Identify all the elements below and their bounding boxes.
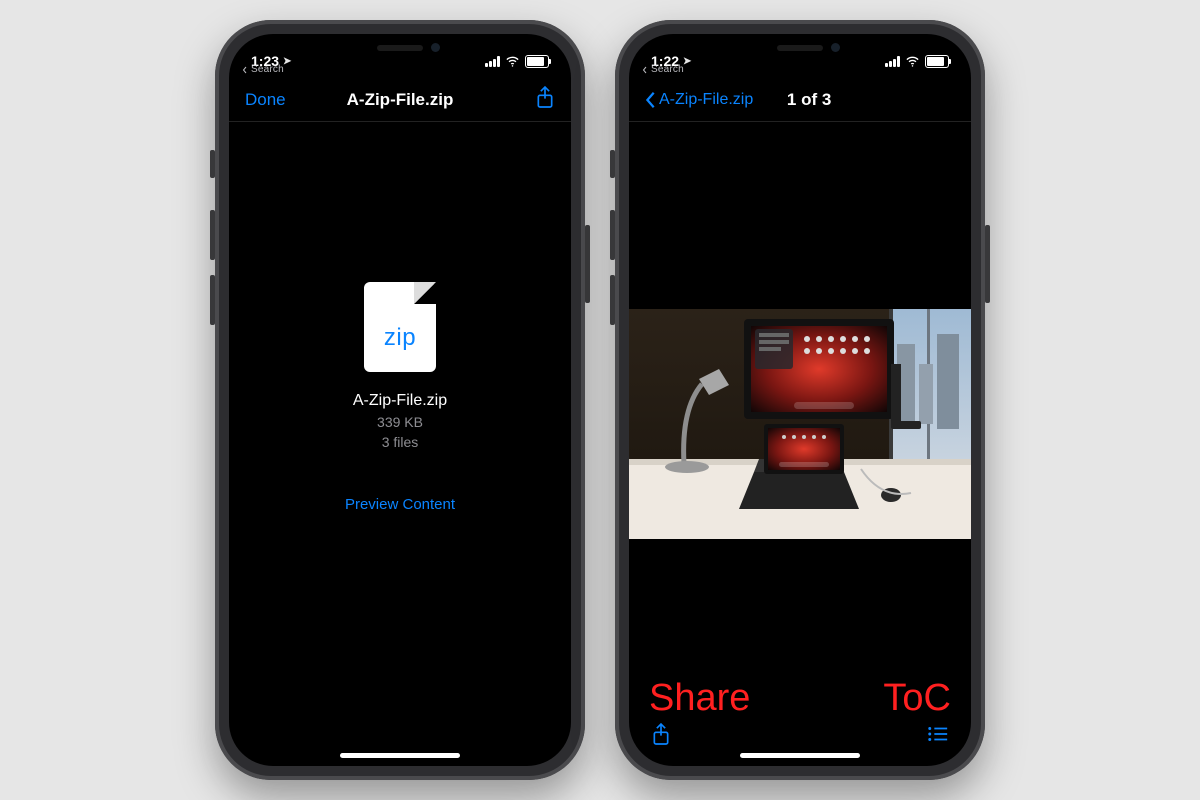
phone-right: 1:22 ➤ Search	[615, 20, 985, 780]
preview-content-button[interactable]: Preview Content	[345, 496, 455, 513]
battery-icon	[525, 55, 549, 68]
breadcrumb-label: Search	[651, 64, 684, 75]
cellular-signal-icon	[485, 56, 500, 67]
location-arrow-icon: ➤	[283, 56, 291, 67]
mute-switch[interactable]	[210, 150, 215, 178]
home-indicator[interactable]	[740, 753, 860, 758]
back-button[interactable]: A-Zip-File.zip	[645, 91, 753, 109]
screen: 1:23 ➤ Search	[229, 34, 571, 766]
home-indicator[interactable]	[340, 753, 460, 758]
zip-file-icon: zip	[364, 282, 436, 372]
annotation-toc: ToC	[883, 677, 951, 720]
file-name: A-Zip-File.zip	[353, 392, 447, 410]
battery-icon	[925, 55, 949, 68]
notch	[715, 34, 885, 62]
location-arrow-icon: ➤	[683, 56, 691, 67]
speaker	[777, 45, 823, 51]
breadcrumb-back[interactable]: Search	[641, 64, 684, 75]
phone-left: 1:23 ➤ Search	[215, 20, 585, 780]
wifi-icon	[505, 54, 520, 69]
list-button[interactable]	[927, 725, 949, 748]
volume-down-button[interactable]	[610, 275, 615, 325]
front-camera	[831, 43, 840, 52]
preview-photo[interactable]	[629, 309, 971, 539]
file-count: 3 files	[382, 434, 419, 450]
share-icon	[651, 722, 671, 746]
list-icon	[927, 725, 949, 743]
mute-switch[interactable]	[610, 150, 615, 178]
screen: 1:22 ➤ Search	[629, 34, 971, 766]
nav-bar: A-Zip-File.zip 1 of 3	[629, 78, 971, 122]
annotation-row: Share ToC	[629, 677, 971, 720]
volume-up-button[interactable]	[610, 210, 615, 260]
volume-down-button[interactable]	[210, 275, 215, 325]
notch	[315, 34, 485, 62]
wifi-icon	[905, 54, 920, 69]
done-label: Done	[245, 90, 286, 110]
file-type-label: zip	[384, 324, 416, 352]
file-size: 339 KB	[377, 414, 423, 430]
back-label: A-Zip-File.zip	[659, 91, 753, 109]
done-button[interactable]: Done	[245, 90, 335, 110]
breadcrumb-back[interactable]: Search	[241, 64, 284, 75]
volume-up-button[interactable]	[210, 210, 215, 260]
front-camera	[431, 43, 440, 52]
bottom-toolbar	[629, 722, 971, 750]
power-button[interactable]	[985, 225, 990, 303]
annotation-share: Share	[649, 677, 750, 720]
breadcrumb-label: Search	[251, 64, 284, 75]
share-icon	[535, 85, 555, 109]
nav-title: 1 of 3	[753, 90, 865, 110]
file-summary: zip A-Zip-File.zip 339 KB 3 files Previe…	[345, 282, 455, 513]
speaker	[377, 45, 423, 51]
cellular-signal-icon	[885, 56, 900, 67]
share-button[interactable]	[651, 722, 671, 751]
share-button[interactable]	[535, 85, 555, 114]
power-button[interactable]	[585, 225, 590, 303]
nav-title: A-Zip-File.zip	[335, 90, 465, 110]
chevron-left-icon	[645, 91, 657, 109]
nav-bar: Done A-Zip-File.zip	[229, 78, 571, 122]
